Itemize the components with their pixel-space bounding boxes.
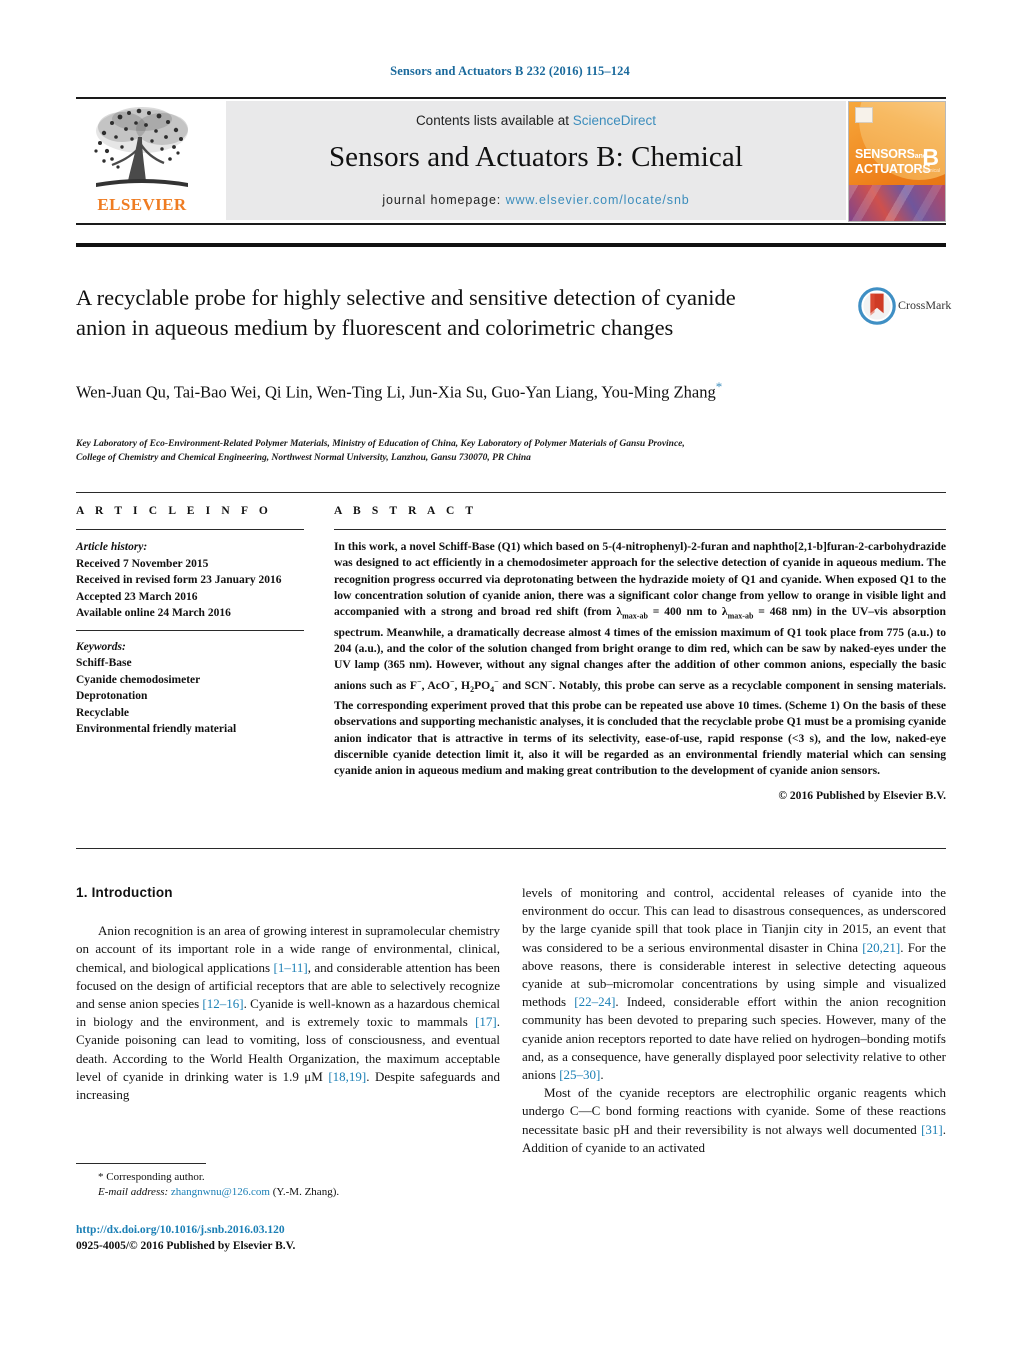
footnote-line-2: E-mail address: zhangnwnu@126.com (Y.-M.… <box>76 1185 500 1200</box>
elsevier-logo: ELSEVIER <box>82 103 202 219</box>
abstract-copyright: © 2016 Published by Elsevier B.V. <box>778 788 946 802</box>
intro-right-d: . <box>600 1067 604 1083</box>
info-top-divider <box>76 492 946 493</box>
citation-22-24[interactable]: [22–24] <box>574 994 615 1009</box>
corresponding-author-marker: * <box>715 379 723 394</box>
journal-cover-thumbnail[interactable]: SENSORSand ACTUATORS B Chemical <box>848 101 946 222</box>
crossmark-label: CrossMark <box>898 298 952 312</box>
corresponding-author-footnote: * Corresponding author. E-mail address: … <box>76 1170 500 1200</box>
article-history-block: Article history: Received 7 November 201… <box>76 539 304 622</box>
history-item-1: Received in revised form 23 January 2016 <box>76 574 282 586</box>
citation-31[interactable]: [31] <box>921 1122 943 1137</box>
history-item-2: Accepted 23 March 2016 <box>76 590 198 603</box>
cover-series-letter: B <box>922 144 939 170</box>
author-names: Wen-Juan Qu, Tai-Bao Wei, Qi Lin, Wen-Ti… <box>76 382 716 402</box>
issn-copyright-line: 0925-4005/© 2016 Published by Elsevier B… <box>76 1240 296 1252</box>
elsevier-tree-icon <box>94 107 188 187</box>
abstract-mid-4: , H <box>454 678 471 692</box>
body-column-right: levels of monitoring and control, accide… <box>522 884 946 1157</box>
abstract-mid-1: = 400 nm to λ <box>647 605 728 619</box>
citation-17[interactable]: [17] <box>475 1014 497 1029</box>
history-item-3: Available online 24 March 2016 <box>76 607 231 619</box>
abstract-lambda-sub-1: max-ab <box>622 611 648 621</box>
sciencedirect-link[interactable]: ScienceDirect <box>573 113 656 128</box>
email-address-label: E-mail address: <box>98 1186 169 1198</box>
citation-20-21[interactable]: [20,21] <box>862 940 900 955</box>
paper-page: Sensors and Actuators B 232 (2016) 115–1… <box>0 0 1020 1351</box>
crossmark-badge[interactable]: CrossMark <box>858 287 958 327</box>
abstract-bottom-divider <box>76 848 946 849</box>
citation-12-16[interactable]: [12–16] <box>202 996 243 1011</box>
keyword-3: Recyclable <box>76 706 130 719</box>
affiliation-line-2: College of Chemistry and Chemical Engine… <box>76 452 531 463</box>
abstract-mid-6: and SCN <box>498 678 548 692</box>
section-heading-introduction: 1. Introduction <box>76 885 173 900</box>
affiliation-line-1: Key Laboratory of Eco-Environment-Relate… <box>76 439 685 449</box>
keywords-divider <box>76 629 304 631</box>
abstract-lambda-sub-2: max-ab <box>727 611 754 621</box>
body-column-left: 1. Introduction Anion recognition is an … <box>76 884 500 1104</box>
cover-series-subtitle: Chemical <box>919 168 940 174</box>
abstract-part-1: In this work, a novel Schiff-Base (Q1) w… <box>334 540 817 553</box>
citation-25-30[interactable]: [25–30] <box>559 1067 600 1082</box>
abstract-tail: . Notably, this probe can serve as a rec… <box>334 678 946 778</box>
journal-masthead: ELSEVIER Contents lists available at Sci… <box>76 97 946 225</box>
masthead-band: Contents lists available at ScienceDirec… <box>226 101 846 220</box>
article-history-label: Article history: <box>76 541 148 553</box>
page-title: A recyclable probe for highly selective … <box>76 285 736 340</box>
intro-right-2a: Most of the cyanide receptors are electr… <box>522 1085 946 1137</box>
abstract-mid-3: , AcO <box>421 678 450 692</box>
cover-bottom-image <box>849 185 945 221</box>
keywords-block: Keywords: Schiff-Base Cyanide chemodosim… <box>76 639 304 738</box>
keyword-0: Schiff-Base <box>76 657 132 669</box>
elsevier-wordmark: ELSEVIER <box>97 195 187 214</box>
paragraph-intro-left: Anion recognition is an area of growing … <box>76 922 500 1104</box>
journal-title: Sensors and Actuators B: Chemical <box>328 141 744 173</box>
contents-available-line: Contents lists available at ScienceDirec… <box>226 113 846 128</box>
crossmark-icon <box>858 287 896 325</box>
journal-homepage-link[interactable]: www.elsevier.com/locate/snb <box>506 193 690 207</box>
keyword-4: Environmental friendly material <box>76 723 237 735</box>
paragraph-intro-right-2: Most of the cyanide receptors are electr… <box>522 1084 946 1157</box>
masthead-thick-divider <box>76 243 946 247</box>
affiliation: Key Laboratory of Eco-Environment-Relate… <box>76 438 876 465</box>
paragraph-intro-right-1: levels of monitoring and control, accide… <box>522 884 946 1084</box>
abstract-text: In this work, a novel Schiff-Base (Q1) w… <box>334 539 946 780</box>
journal-homepage-line: journal homepage: www.elsevier.com/locat… <box>226 193 846 207</box>
history-item-0: Received 7 November 2015 <box>76 557 209 570</box>
footnote-line-1: * Corresponding author. <box>76 1170 500 1185</box>
keywords-label: Keywords: <box>76 640 126 653</box>
article-info-column: A R T I C L E I N F O Article history: R… <box>76 505 304 738</box>
citation-1-11[interactable]: [1–11] <box>274 960 308 975</box>
abstract-mid-5: PO <box>474 678 491 692</box>
contents-prefix: Contents lists available at <box>415 113 573 128</box>
cover-line1: SENSORS <box>855 147 915 161</box>
keyword-1: Cyanide chemodosimeter <box>76 673 201 686</box>
footnote-corresponding-label: Corresponding author. <box>103 1171 205 1183</box>
cover-elsevier-mark-icon <box>855 107 873 123</box>
article-info-divider <box>76 529 304 530</box>
abstract-column: A B S T R A C T In this work, a novel Sc… <box>334 505 946 802</box>
author-list: Wen-Juan Qu, Tai-Bao Wei, Qi Lin, Wen-Ti… <box>76 375 806 404</box>
email-link[interactable]: zhangnwnu@126.com <box>171 1186 270 1198</box>
article-info-heading: A R T I C L E I N F O <box>76 505 272 517</box>
homepage-prefix: journal homepage: <box>382 193 506 207</box>
email-suffix: (Y.-M. Zhang). <box>269 1186 340 1198</box>
abstract-heading: A B S T R A C T <box>334 505 478 517</box>
running-head: Sensors and Actuators B 232 (2016) 115–1… <box>390 64 630 78</box>
keyword-2: Deprotonation <box>76 690 148 702</box>
citation-18-19[interactable]: [18,19] <box>328 1069 366 1084</box>
footnote-divider <box>76 1163 206 1164</box>
abstract-divider <box>334 529 946 530</box>
abstract-sub-po4: 4 <box>490 684 495 694</box>
doi-link[interactable]: http://dx.doi.org/10.1016/j.snb.2016.03.… <box>76 1222 500 1238</box>
